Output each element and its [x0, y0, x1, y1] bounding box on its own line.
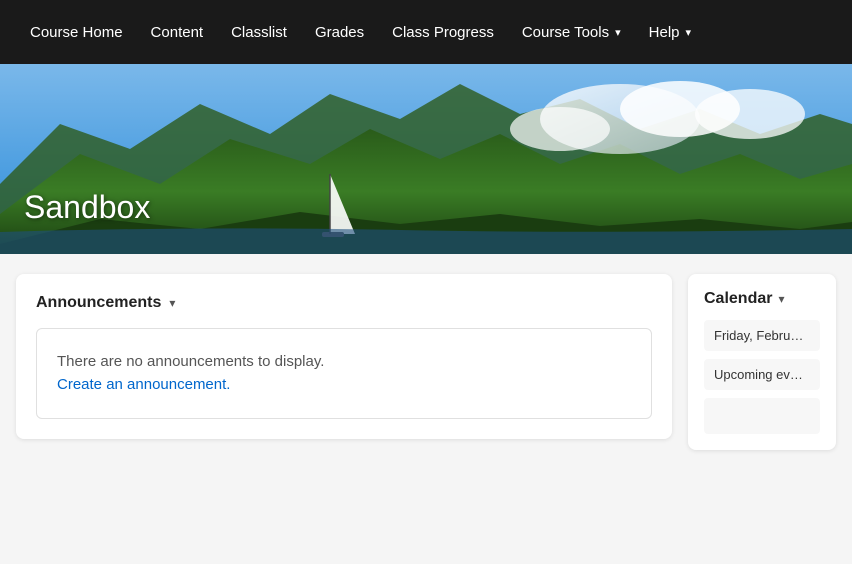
announcements-header: Announcements ▾ [36, 294, 652, 312]
calendar-upcoming-box [704, 398, 820, 434]
nav-help[interactable]: Help ▾ [635, 0, 705, 64]
nav-course-home[interactable]: Course Home [16, 0, 137, 64]
main-navigation: Course Home Content Classlist Grades Cla… [0, 0, 852, 64]
announcements-box: There are no announcements to display. C… [36, 328, 652, 419]
right-panel: Calendar ▾ Friday, Februa… Upcoming ev… [688, 274, 836, 450]
calendar-upcoming: Upcoming ev… [704, 359, 820, 390]
calendar-title: Calendar [704, 290, 772, 308]
main-content: Announcements ▾ There are no announcemen… [0, 254, 852, 470]
left-panel: Announcements ▾ There are no announcemen… [16, 274, 672, 450]
hero-title: Sandbox [24, 189, 150, 226]
nav-grades[interactable]: Grades [301, 0, 378, 64]
calendar-date: Friday, Februa… [704, 320, 820, 351]
nav-content[interactable]: Content [137, 0, 218, 64]
calendar-chevron-icon[interactable]: ▾ [778, 292, 784, 306]
announcements-title: Announcements [36, 294, 161, 312]
course-tools-chevron-icon: ▾ [615, 26, 621, 39]
no-announcements-text: There are no announcements to display. [57, 353, 631, 370]
help-chevron-icon: ▾ [686, 26, 692, 39]
calendar-card: Calendar ▾ Friday, Februa… Upcoming ev… [688, 274, 836, 450]
announcements-card: Announcements ▾ There are no announcemen… [16, 274, 672, 439]
announcements-chevron-icon[interactable]: ▾ [169, 296, 175, 310]
hero-banner: Sandbox [0, 64, 852, 254]
nav-classlist[interactable]: Classlist [217, 0, 301, 64]
calendar-header: Calendar ▾ [704, 290, 820, 308]
nav-class-progress[interactable]: Class Progress [378, 0, 508, 64]
create-announcement-link[interactable]: Create an announcement. [57, 376, 230, 393]
nav-course-tools[interactable]: Course Tools ▾ [508, 0, 635, 64]
